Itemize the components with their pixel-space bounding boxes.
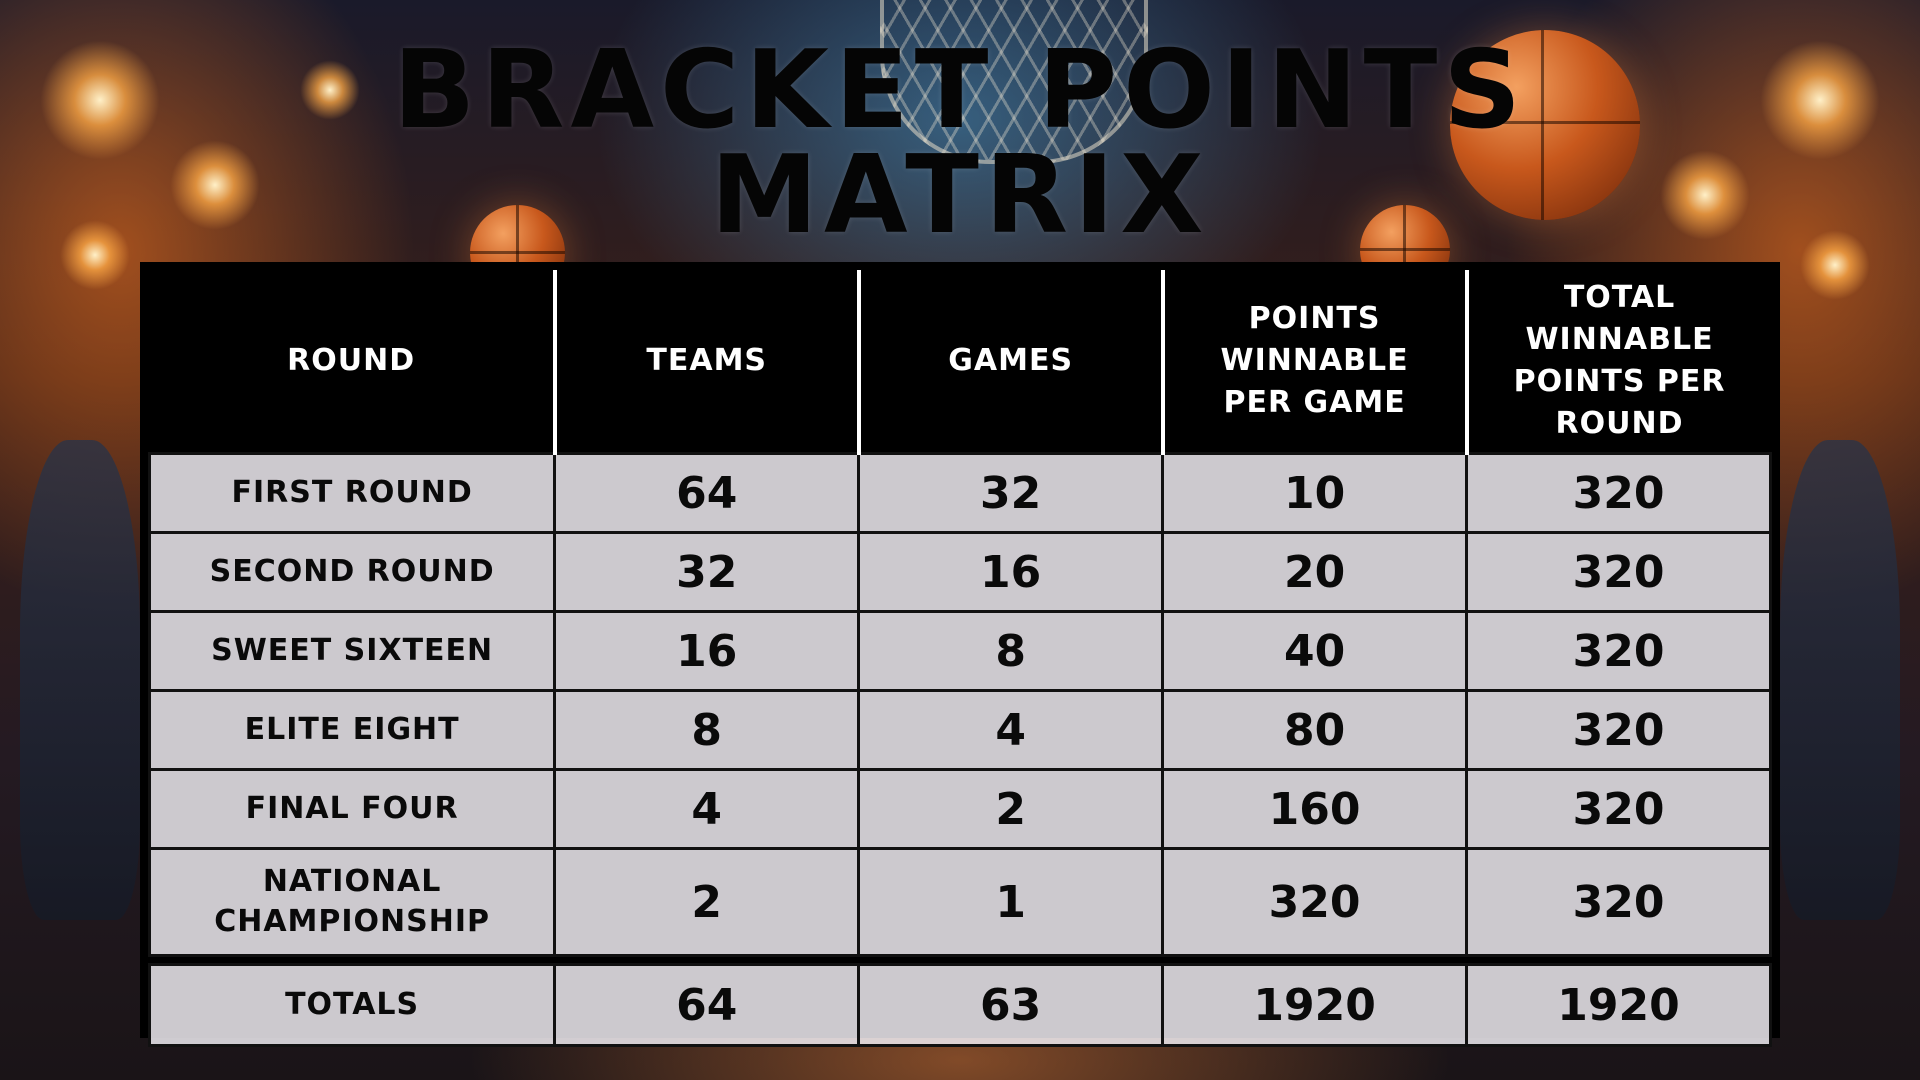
games-cell: 8 <box>857 610 1165 692</box>
totals-games-cell: 63 <box>857 963 1165 1047</box>
teams-cell: 32 <box>553 531 861 613</box>
player-silhouette-right <box>1780 440 1900 920</box>
player-silhouette-left <box>20 440 140 920</box>
games-cell: 2 <box>857 768 1165 850</box>
round-name: FIRST ROUND <box>147 452 557 534</box>
games-cell: 16 <box>857 531 1165 613</box>
title-line-1: BRACKET POINTS <box>392 28 1528 153</box>
totals-label: TOTALS <box>147 963 557 1047</box>
table-row: SWEET SIXTEEN 16 8 40 320 <box>147 610 1772 692</box>
points-per-game-cell: 40 <box>1161 610 1469 692</box>
table-row: SECOND ROUND 32 16 20 320 <box>147 531 1772 613</box>
column-header-total-points: TOTAL WINNABLE POINTS PER ROUND <box>1464 270 1771 454</box>
total-points-cell: 320 <box>1465 452 1772 534</box>
column-header-teams: TEAMS <box>552 270 861 454</box>
points-per-game-cell: 10 <box>1161 452 1469 534</box>
games-cell: 1 <box>857 847 1165 957</box>
points-per-game-cell: 20 <box>1161 531 1469 613</box>
title-line-2: MATRIX <box>710 133 1210 258</box>
totals-total-points-cell: 1920 <box>1465 963 1772 1047</box>
page-title: BRACKET POINTS MATRIX <box>0 28 1920 258</box>
totals-divider <box>149 955 1771 965</box>
total-points-cell: 320 <box>1465 847 1772 957</box>
teams-cell: 64 <box>553 452 861 534</box>
teams-cell: 2 <box>553 847 861 957</box>
games-cell: 4 <box>857 689 1165 771</box>
round-name: ELITE EIGHT <box>147 689 557 771</box>
totals-points-per-game-cell: 1920 <box>1161 963 1469 1047</box>
table-row: NATIONAL CHAMPIONSHIP 2 1 320 320 <box>147 847 1772 957</box>
column-header-points-per-game: POINTS WINNABLE PER GAME <box>1160 270 1469 454</box>
total-points-cell: 320 <box>1465 768 1772 850</box>
total-points-cell: 320 <box>1465 689 1772 771</box>
points-per-game-cell: 160 <box>1161 768 1469 850</box>
totals-teams-cell: 64 <box>553 963 861 1047</box>
totals-row: TOTALS 64 63 1920 1920 <box>147 963 1772 1047</box>
points-per-game-cell: 320 <box>1161 847 1469 957</box>
round-name: FINAL FOUR <box>147 768 557 850</box>
teams-cell: 16 <box>553 610 861 692</box>
table-header-row: ROUND TEAMS GAMES POINTS WINNABLE PER GA… <box>149 270 1771 454</box>
round-name: SWEET SIXTEEN <box>147 610 557 692</box>
round-name: NATIONAL CHAMPIONSHIP <box>147 847 557 957</box>
points-matrix-table: ROUND TEAMS GAMES POINTS WINNABLE PER GA… <box>140 262 1780 1047</box>
column-header-games: GAMES <box>856 270 1165 454</box>
teams-cell: 8 <box>553 689 861 771</box>
teams-cell: 4 <box>553 768 861 850</box>
points-per-game-cell: 80 <box>1161 689 1469 771</box>
table-row: FINAL FOUR 4 2 160 320 <box>147 768 1772 850</box>
total-points-cell: 320 <box>1465 610 1772 692</box>
table-row: ELITE EIGHT 8 4 80 320 <box>147 689 1772 771</box>
round-name: SECOND ROUND <box>147 531 557 613</box>
column-header-round: ROUND <box>149 270 557 454</box>
games-cell: 32 <box>857 452 1165 534</box>
table-row: FIRST ROUND 64 32 10 320 <box>147 452 1772 534</box>
total-points-cell: 320 <box>1465 531 1772 613</box>
